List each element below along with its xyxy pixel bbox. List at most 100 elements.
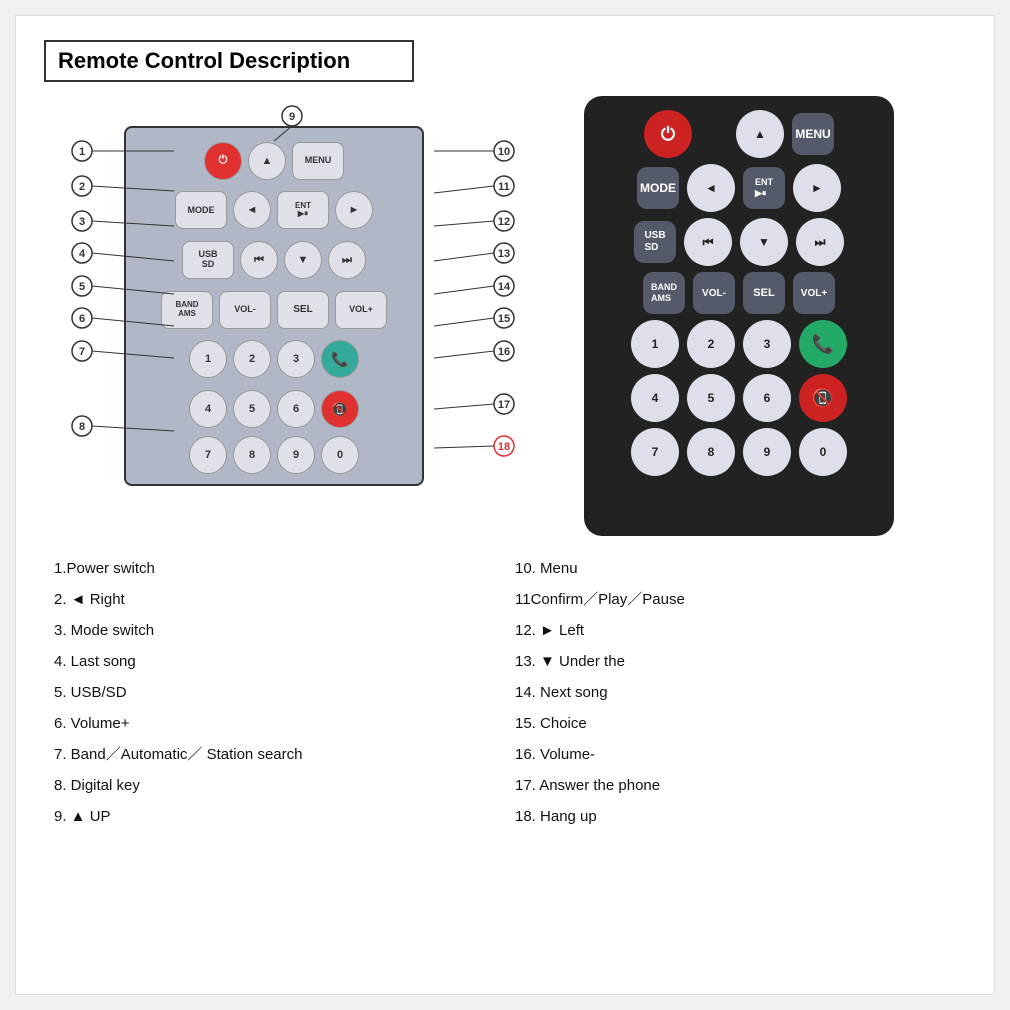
svg-text:7: 7 xyxy=(79,346,85,358)
diag-btn-up: ▲ xyxy=(248,142,286,180)
desc-5: 5. USB/SD xyxy=(54,682,495,703)
remote-btn-left[interactable]: ◄ xyxy=(687,164,735,212)
svg-text:14: 14 xyxy=(498,281,511,293)
diagram-row-6: 4 5 6 📵 xyxy=(134,386,414,432)
desc-10: 10. Menu xyxy=(515,558,956,579)
desc-11: 11Confirm／Play／Pause xyxy=(515,589,956,610)
svg-text:13: 13 xyxy=(498,248,510,260)
remote-btn-answer[interactable]: 📞 xyxy=(799,320,847,368)
remote-btn-mode[interactable]: MODE xyxy=(637,167,679,209)
remote-btn-4[interactable]: 4 xyxy=(631,374,679,422)
remote-btn-7[interactable]: 7 xyxy=(631,428,679,476)
diagram-row-1: ⏻ ▲ MENU xyxy=(134,138,414,184)
desc-16: 16. Volume- xyxy=(515,744,956,765)
diag-btn-hangup: 📵 xyxy=(321,390,359,428)
remote-btn-8[interactable]: 8 xyxy=(687,428,735,476)
desc-1: 1.Power switch xyxy=(54,558,495,579)
svg-text:8: 8 xyxy=(79,421,85,433)
desc-12: 12. ► Left xyxy=(515,620,956,641)
remote-btn-band[interactable]: BANDAMS xyxy=(643,272,685,314)
remote-control: ⏻ ▲ MENU MODE ◄ ENT▶⏸ ► USBSD ⏮ ▼ ⏭ BAND xyxy=(584,96,894,536)
remote-row-6: 4 5 6 📵 xyxy=(594,374,884,422)
diag-btn-down: ▼ xyxy=(284,241,322,279)
remote-btn-prev[interactable]: ⏮ xyxy=(684,218,732,266)
remote-btn-ent[interactable]: ENT▶⏸ xyxy=(743,167,785,209)
diag-btn-4: 4 xyxy=(189,390,227,428)
diag-btn-volminus: VOL- xyxy=(219,291,271,329)
remote-btn-1[interactable]: 1 xyxy=(631,320,679,368)
diag-btn-9: 9 xyxy=(277,436,315,474)
desc-9: 9. ▲ UP xyxy=(54,806,495,827)
diag-btn-menu: MENU xyxy=(292,142,344,180)
page-title: Remote Control Description xyxy=(44,40,414,82)
diag-btn-answer: 📞 xyxy=(321,340,359,378)
desc-left: 1.Power switch 2. ◄ Right 3. Mode switch… xyxy=(44,558,505,827)
svg-text:5: 5 xyxy=(79,281,85,293)
remote-btn-hangup[interactable]: 📵 xyxy=(799,374,847,422)
svg-text:3: 3 xyxy=(79,216,85,228)
desc-17: 17. Answer the phone xyxy=(515,775,956,796)
remote-btn-sel[interactable]: SEL xyxy=(743,272,785,314)
desc-8: 8. Digital key xyxy=(54,775,495,796)
diagram-row-7: 7 8 9 0 xyxy=(134,436,414,474)
remote-btn-nexttrack[interactable]: ⏭ xyxy=(796,218,844,266)
remote-row-5: 1 2 3 📞 xyxy=(594,320,884,368)
diag-btn-7: 7 xyxy=(189,436,227,474)
remote-row-2: MODE ◄ ENT▶⏸ ► xyxy=(594,164,884,212)
desc-6: 6. Volume+ xyxy=(54,713,495,734)
diagram: ⏻ ▲ MENU MODE ◄ ENT▶⏸ ► USBSD ⏮ ▼ ⏭ xyxy=(44,96,564,536)
diag-btn-sel: SEL xyxy=(277,291,329,329)
remote-btn-6[interactable]: 6 xyxy=(743,374,791,422)
diag-btn-band: BANDAMS xyxy=(161,291,213,329)
diag-btn-left: ◄ xyxy=(233,191,271,229)
remote-btn-right[interactable]: ► xyxy=(793,164,841,212)
desc-7: 7. Band／Automatic／ Station search xyxy=(54,744,495,765)
svg-text:6: 6 xyxy=(79,313,85,325)
remote-btn-5[interactable]: 5 xyxy=(687,374,735,422)
svg-text:11: 11 xyxy=(498,181,510,193)
remote-btn-9[interactable]: 9 xyxy=(743,428,791,476)
diag-btn-8: 8 xyxy=(233,436,271,474)
remote-row-3: USBSD ⏮ ▼ ⏭ xyxy=(594,218,884,266)
svg-text:9: 9 xyxy=(289,111,295,123)
diagram-row-2: MODE ◄ ENT▶⏸ ► xyxy=(134,188,414,234)
remote-btn-power[interactable]: ⏻ xyxy=(644,110,692,158)
desc-4: 4. Last song xyxy=(54,651,495,672)
remote-btn-up[interactable]: ▲ xyxy=(736,110,784,158)
remote-btn-volminus[interactable]: VOL- xyxy=(693,272,735,314)
remote-row-7: 7 8 9 0 xyxy=(594,428,884,476)
remote-btn-usbsd[interactable]: USBSD xyxy=(634,221,676,263)
remote-btn-2[interactable]: 2 xyxy=(687,320,735,368)
desc-right: 10. Menu 11Confirm／Play／Pause 12. ► Left… xyxy=(505,558,966,827)
diagram-box: ⏻ ▲ MENU MODE ◄ ENT▶⏸ ► USBSD ⏮ ▼ ⏭ xyxy=(124,126,424,486)
diag-btn-mode: MODE xyxy=(175,191,227,229)
diag-btn-2: 2 xyxy=(233,340,271,378)
page: Remote Control Description ⏻ ▲ MENU MODE… xyxy=(15,15,995,995)
remote-btn-down[interactable]: ▼ xyxy=(740,218,788,266)
diag-btn-6: 6 xyxy=(277,390,315,428)
remote-btn-3[interactable]: 3 xyxy=(743,320,791,368)
desc-section: 1.Power switch 2. ◄ Right 3. Mode switch… xyxy=(44,558,966,827)
desc-18: 18. Hang up xyxy=(515,806,956,827)
diag-btn-right: ► xyxy=(335,191,373,229)
svg-text:17: 17 xyxy=(498,399,510,411)
diag-btn-3: 3 xyxy=(277,340,315,378)
diag-btn-0: 0 xyxy=(321,436,359,474)
diag-btn-ent: ENT▶⏸ xyxy=(277,191,329,229)
svg-text:4: 4 xyxy=(79,248,86,260)
remote-btn-menu[interactable]: MENU xyxy=(792,113,834,155)
desc-2: 2. ◄ Right xyxy=(54,589,495,610)
svg-text:1: 1 xyxy=(79,146,85,158)
diag-btn-power: ⏻ xyxy=(204,142,242,180)
remote-row-4: BANDAMS VOL- SEL VOL+ xyxy=(594,272,884,314)
svg-text:2: 2 xyxy=(79,181,85,193)
svg-text:18: 18 xyxy=(498,441,510,453)
svg-text:12: 12 xyxy=(498,216,510,228)
diagram-row-4: BANDAMS VOL- SEL VOL+ xyxy=(134,287,414,333)
diagram-row-5: 1 2 3 📞 xyxy=(134,337,414,383)
desc-14: 14. Next song xyxy=(515,682,956,703)
remote-btn-0[interactable]: 0 xyxy=(799,428,847,476)
desc-3: 3. Mode switch xyxy=(54,620,495,641)
remote-btn-volplus[interactable]: VOL+ xyxy=(793,272,835,314)
desc-13: 13. ▼ Under the xyxy=(515,651,956,672)
